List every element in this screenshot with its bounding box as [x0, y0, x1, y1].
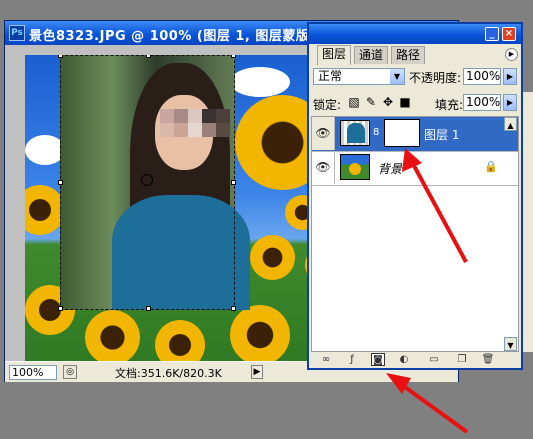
arrow-to-add-mask-button	[386, 373, 469, 434]
arrow-to-layer-mask	[402, 148, 468, 263]
annotation-arrows	[386, 148, 469, 434]
